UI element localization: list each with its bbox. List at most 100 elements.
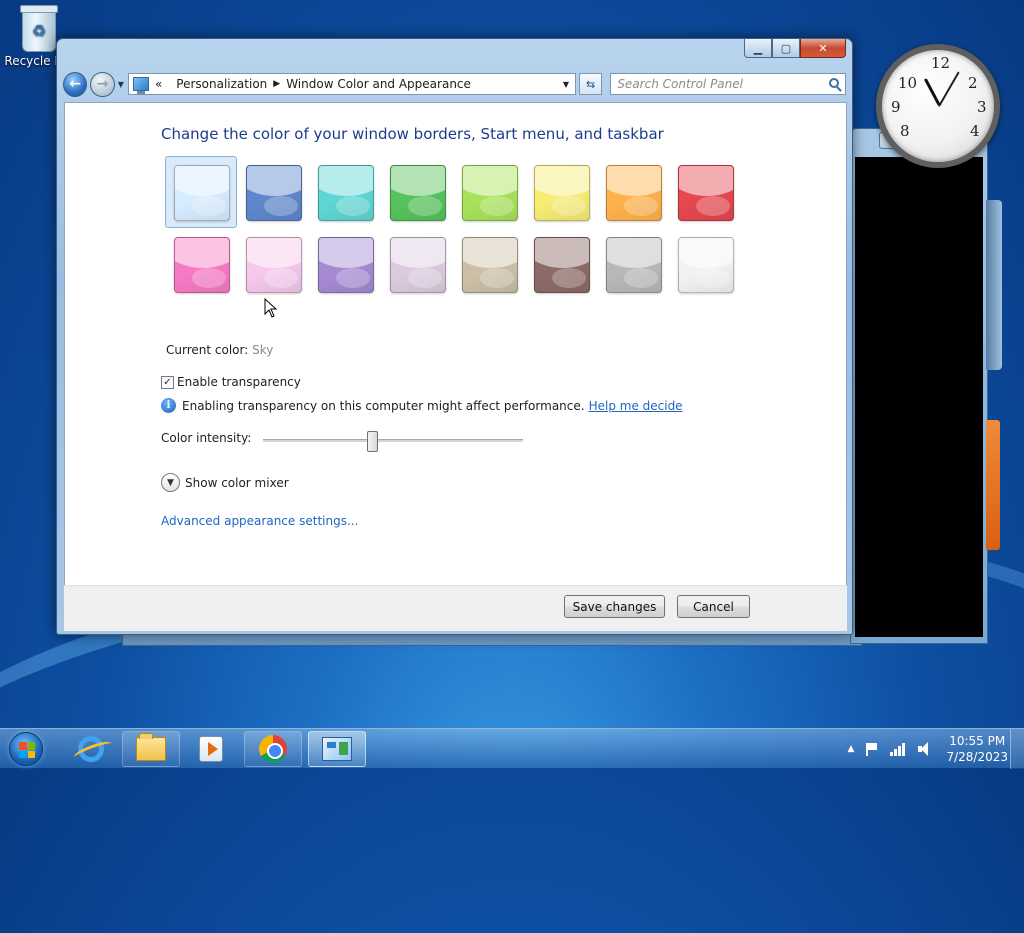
control-panel-icon — [132, 77, 149, 94]
chevron-down-icon[interactable]: ▼ — [161, 473, 180, 492]
color-swatch[interactable] — [309, 228, 381, 300]
start-button[interactable] — [4, 729, 48, 769]
advanced-appearance-link[interactable]: Advanced appearance settings... — [161, 514, 358, 528]
color-swatch[interactable] — [597, 156, 669, 228]
minimize-icon[interactable]: ▁ — [744, 39, 772, 58]
color-swatch-fill — [678, 165, 734, 221]
color-swatch[interactable] — [669, 228, 741, 300]
internet-explorer-icon — [78, 736, 104, 762]
chrome-icon — [259, 735, 287, 763]
color-swatch[interactable] — [165, 228, 237, 300]
window-color-and-appearance-window[interactable]: ▁ ▢ ✕ ← → ▼ « Personalization ▶ Window C… — [56, 38, 853, 635]
cancel-button[interactable]: Cancel — [677, 595, 750, 618]
taskbar-control-panel[interactable] — [308, 731, 366, 767]
address-overflow-icon[interactable]: « — [155, 77, 162, 91]
search-icon[interactable] — [829, 78, 839, 88]
media-player-icon — [199, 736, 223, 762]
clock-number: 2 — [968, 74, 978, 92]
network-icon[interactable] — [890, 742, 906, 756]
color-swatch[interactable] — [453, 156, 525, 228]
color-swatch[interactable] — [453, 228, 525, 300]
transparency-info-text: Enabling transparency on this computer m… — [182, 398, 585, 413]
folder-icon — [136, 733, 166, 761]
forward-arrow-icon[interactable]: → — [90, 71, 115, 97]
recycle-bin-icon — [20, 5, 58, 52]
color-swatch[interactable] — [165, 156, 237, 228]
content-pane: Change the color of your window borders,… — [64, 102, 847, 623]
color-swatch[interactable] — [669, 156, 741, 228]
enable-transparency-label[interactable]: Enable transparency — [177, 375, 301, 389]
search-input[interactable] — [611, 74, 826, 94]
taskbar: ▲ 10:55 PM 7/28/2023 — [0, 728, 1024, 769]
color-swatch[interactable] — [309, 156, 381, 228]
info-icon: i — [161, 398, 176, 413]
color-swatch-fill — [534, 237, 590, 293]
taskbar-clock[interactable]: 10:55 PM 7/28/2023 — [946, 733, 1008, 765]
color-swatch-fill — [318, 237, 374, 293]
current-color-label: Current color: — [166, 343, 249, 357]
color-swatch-fill — [606, 237, 662, 293]
color-swatch[interactable] — [525, 228, 597, 300]
color-swatch-fill — [606, 165, 662, 221]
control-panel-icon — [322, 737, 352, 761]
color-swatch-fill — [246, 165, 302, 221]
background-window-content — [855, 157, 983, 637]
color-intensity-slider[interactable] — [263, 431, 523, 452]
color-swatch[interactable] — [525, 156, 597, 228]
enable-transparency-checkbox[interactable]: ✓ — [161, 375, 174, 389]
color-swatch[interactable] — [597, 228, 669, 300]
clock-number: 4 — [970, 122, 980, 140]
taskbar-internet-explorer[interactable] — [62, 731, 120, 767]
show-color-mixer-label[interactable]: Show color mixer — [185, 476, 289, 490]
breadcrumb-window-color[interactable]: Window Color and Appearance — [286, 77, 471, 91]
address-bar[interactable]: « Personalization ▶ Window Color and App… — [127, 73, 576, 95]
clock-number: 12 — [931, 54, 951, 72]
taskbar-media-player[interactable] — [182, 731, 240, 767]
show-hidden-icons-icon[interactable]: ▲ — [848, 744, 855, 754]
taskbar-date: 7/28/2023 — [946, 750, 1008, 764]
transparency-info: i Enabling transparency on this computer… — [161, 398, 683, 413]
show-desktop-button[interactable] — [1010, 729, 1024, 769]
color-swatch-fill — [462, 165, 518, 221]
breadcrumb-personalization[interactable]: Personalization — [176, 77, 267, 91]
color-swatch[interactable] — [237, 228, 309, 300]
clock-gadget[interactable]: 12 2 3 4 8 9 10 — [876, 44, 1000, 168]
background-window[interactable]: ▁ ▣ ✕ — [850, 128, 988, 644]
color-intensity-thumb[interactable] — [367, 431, 379, 452]
search-box — [610, 73, 846, 95]
system-tray: ▲ 10:55 PM 7/28/2023 — [848, 729, 1008, 769]
maximize-icon[interactable]: ▢ — [772, 39, 800, 58]
color-swatch-fill — [390, 165, 446, 221]
close-icon[interactable]: ✕ — [800, 39, 846, 58]
current-color: Current color: Sky — [166, 343, 273, 357]
navigation-bar: ← → ▼ « Personalization ▶ Window Color a… — [63, 69, 846, 99]
address-dropdown-icon[interactable]: ▼ — [557, 74, 575, 94]
volume-icon[interactable] — [918, 742, 932, 756]
show-color-mixer-toggle[interactable]: ▼ Show color mixer — [161, 473, 289, 492]
caption-buttons: ▁ ▢ ✕ — [744, 39, 846, 58]
color-swatch-fill — [678, 237, 734, 293]
color-swatch-fill — [462, 237, 518, 293]
action-center-flag-icon[interactable] — [866, 742, 878, 756]
color-swatch-fill — [174, 237, 230, 293]
clock-minute-hand — [938, 71, 960, 107]
color-swatch[interactable] — [381, 156, 453, 228]
taskbar-windows-explorer[interactable] — [122, 731, 180, 767]
clock-hour-hand — [923, 78, 941, 106]
clock-number: 8 — [900, 122, 910, 140]
breadcrumb-separator-icon[interactable]: ▶ — [273, 79, 280, 89]
color-swatch-fill — [534, 165, 590, 221]
color-swatch-fill — [174, 165, 230, 221]
recent-pages-chevron-icon[interactable]: ▼ — [118, 80, 124, 89]
back-arrow-icon[interactable]: ← — [63, 71, 88, 97]
save-changes-button[interactable]: Save changes — [564, 595, 665, 618]
page-title: Change the color of your window borders,… — [161, 125, 664, 143]
taskbar-chrome[interactable] — [244, 731, 302, 767]
color-intensity-label: Color intensity: — [161, 431, 252, 445]
color-swatch[interactable] — [381, 228, 453, 300]
current-color-value: Sky — [252, 343, 274, 357]
refresh-icon[interactable]: ⇆ — [578, 73, 603, 95]
gadget-strip — [986, 200, 1002, 370]
color-swatch[interactable] — [237, 156, 309, 228]
help-me-decide-link[interactable]: Help me decide — [589, 399, 683, 413]
